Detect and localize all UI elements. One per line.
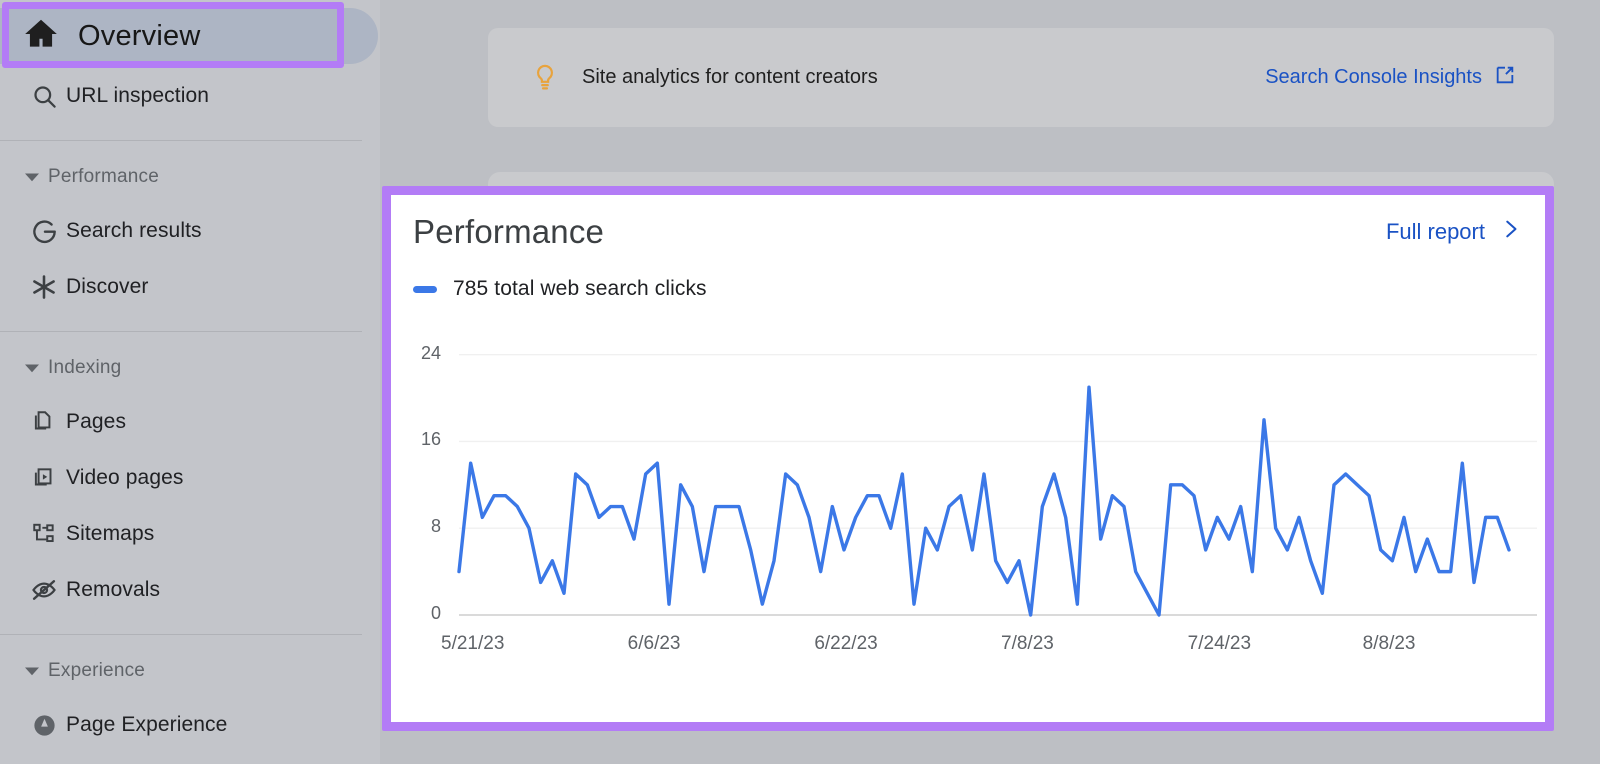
caret-down-icon bbox=[16, 664, 48, 678]
sidebar-section-experience-label: Experience bbox=[48, 660, 146, 681]
sidebar-section-indexing-label: Indexing bbox=[48, 357, 122, 378]
search-icon bbox=[22, 83, 66, 110]
chart-x-tick: 7/8/23 bbox=[1001, 633, 1054, 654]
left-sidebar: Overview URL inspection Performance Sear… bbox=[0, 0, 380, 764]
chart-x-tick: 7/24/23 bbox=[1187, 633, 1252, 654]
line-dash-marker bbox=[413, 285, 437, 293]
sidebar-item-pages-label: Pages bbox=[66, 410, 127, 433]
sidebar-divider-1 bbox=[0, 140, 362, 141]
sidebar-item-sitemaps-label: Sitemaps bbox=[66, 522, 155, 545]
pages-copy-icon bbox=[22, 409, 66, 435]
page-title: Performance bbox=[413, 213, 605, 250]
sidebar-item-sitemaps[interactable]: Sitemaps bbox=[0, 506, 380, 562]
open-in-new-icon bbox=[1494, 64, 1516, 92]
chart-y-tick: 24 bbox=[420, 342, 441, 363]
video-pages-icon bbox=[22, 465, 66, 491]
chart-x-tick: 6/22/23 bbox=[814, 633, 878, 654]
home-icon bbox=[22, 15, 78, 58]
sidebar-item-page-experience-label: Page Experience bbox=[66, 713, 228, 736]
sidebar-item-url-inspection[interactable]: URL inspection bbox=[0, 68, 380, 124]
sidebar-item-discover[interactable]: Discover bbox=[0, 259, 380, 315]
sidebar-section-performance-label: Performance bbox=[48, 166, 159, 187]
sidebar-divider-2 bbox=[0, 331, 362, 332]
sidebar-item-search-results[interactable]: Search results bbox=[0, 203, 380, 259]
chart-y-tick: 8 bbox=[430, 516, 441, 537]
google-g-icon bbox=[22, 218, 66, 245]
asterisk-icon bbox=[22, 273, 66, 301]
sidebar-item-discover-label: Discover bbox=[66, 275, 149, 298]
eye-off-icon bbox=[22, 576, 66, 604]
sidebar-divider-3 bbox=[0, 634, 362, 635]
sidebar-section-experience[interactable]: Experience bbox=[0, 645, 380, 697]
sidebar-item-video-pages-label: Video pages bbox=[66, 466, 184, 489]
sidebar-item-overview[interactable]: Overview bbox=[0, 8, 380, 64]
sitemaps-tree-icon bbox=[22, 521, 66, 547]
chart-x-tick: 8/8/23 bbox=[1362, 633, 1416, 654]
chart-y-tick: 0 bbox=[430, 603, 441, 623]
sidebar-section-performance[interactable]: Performance bbox=[0, 151, 380, 203]
sidebar-item-video-pages[interactable]: Video pages bbox=[0, 450, 380, 506]
performance-card: Performance Full report 785 total web se… bbox=[391, 195, 1545, 722]
gauge-icon bbox=[22, 712, 66, 739]
search-console-overview-page: Overview URL inspection Performance Sear… bbox=[0, 0, 1600, 764]
sidebar-item-page-experience[interactable]: Page Experience bbox=[0, 697, 380, 753]
chart-x-tick: 5/21/23 bbox=[441, 633, 505, 654]
chart-svg bbox=[457, 353, 1537, 617]
performance-card-header: Performance Full report bbox=[391, 195, 1545, 251]
main-content: Site analytics for content creators Sear… bbox=[380, 0, 1600, 764]
sidebar-item-overview-label: Overview bbox=[78, 19, 201, 52]
full-report-link[interactable]: Full report bbox=[1386, 216, 1521, 248]
sidebar-item-search-results-label: Search results bbox=[66, 219, 202, 242]
performance-chart[interactable]: 0 8 16 24 5/21/23 6/6/23 6/22/23 7/8/23 7/24/23… bbox=[391, 319, 1545, 674]
chart-x-tick: 6/6/23 bbox=[627, 633, 681, 654]
banner-text: Site analytics for content creators bbox=[582, 66, 878, 88]
chevron-right-icon bbox=[1499, 216, 1521, 248]
search-console-insights-link-label: Search Console Insights bbox=[1265, 66, 1482, 88]
chart-legend[interactable]: 785 total web search clicks bbox=[391, 251, 1545, 301]
search-console-insights-banner[interactable]: Site analytics for content creators Sear… bbox=[488, 28, 1554, 127]
sidebar-item-url-inspection-label: URL inspection bbox=[66, 84, 210, 107]
sidebar-item-removals[interactable]: Removals bbox=[0, 562, 380, 618]
search-console-insights-link[interactable]: Search Console Insights bbox=[1265, 64, 1516, 92]
caret-down-icon bbox=[16, 361, 48, 375]
sidebar-item-pages[interactable]: Pages bbox=[0, 394, 380, 450]
chart-legend-label: 785 total web search clicks bbox=[453, 277, 707, 300]
lightbulb-icon bbox=[530, 63, 560, 93]
caret-down-icon bbox=[16, 170, 48, 184]
full-report-label: Full report bbox=[1385, 219, 1485, 244]
sidebar-section-indexing[interactable]: Indexing bbox=[0, 342, 380, 394]
sidebar-item-removals-label: Removals bbox=[66, 578, 161, 601]
chart-y-tick: 16 bbox=[420, 429, 441, 450]
